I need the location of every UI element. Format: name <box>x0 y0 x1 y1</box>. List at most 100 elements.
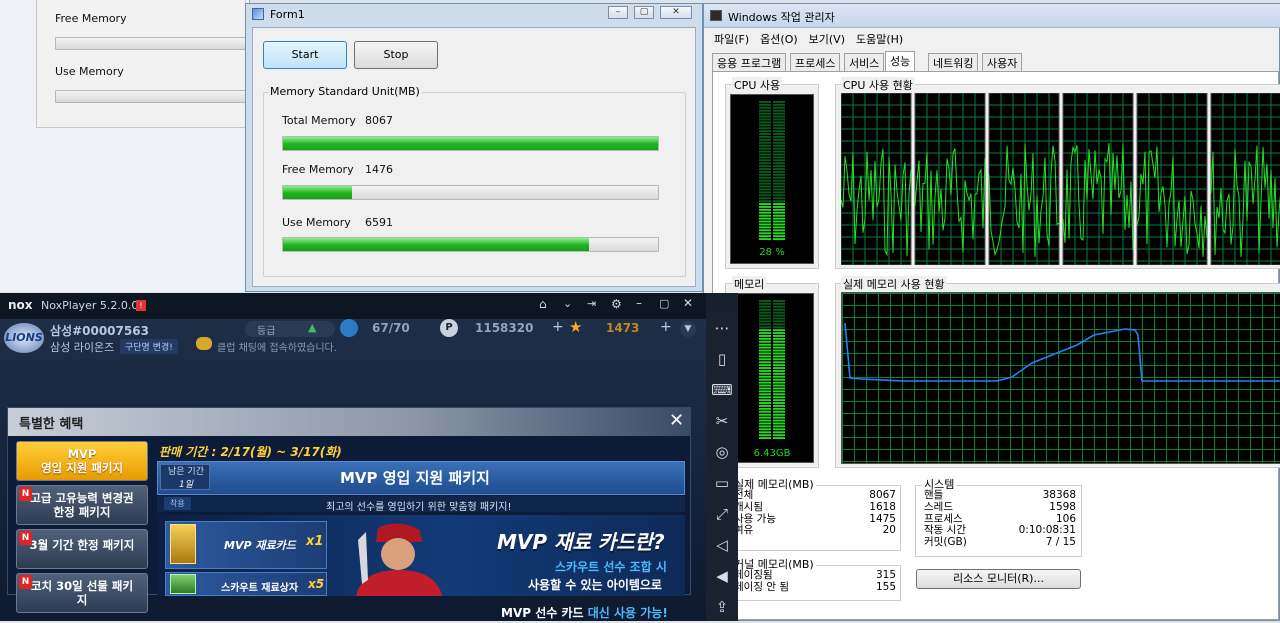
total-memory-fill <box>283 137 658 150</box>
dropdown-icon[interactable]: ▼ <box>680 321 696 337</box>
tab-networking[interactable]: 네트워킹 <box>928 53 979 71</box>
more-icon[interactable]: ⋯ <box>706 313 738 344</box>
menu-options[interactable]: 옵션(O) <box>760 33 797 46</box>
meter-segment <box>759 378 771 381</box>
meter-segment <box>773 133 785 135</box>
star-icon: ★ <box>569 318 583 336</box>
memory-history-line <box>844 322 1280 382</box>
remaining-label: 남은 기간 <box>168 467 204 477</box>
pin-icon[interactable]: ⇥ <box>587 297 596 310</box>
meter-segment <box>759 101 771 103</box>
meter-segment <box>773 337 785 340</box>
cpu-usage-meter: 28 % <box>730 94 814 264</box>
menu-help[interactable]: 도움말(H) <box>856 33 903 46</box>
start-button[interactable]: Start <box>263 41 347 69</box>
meter-segment <box>773 112 785 115</box>
meter-segment <box>759 428 771 431</box>
menu-file[interactable]: 파일(F) <box>714 33 749 46</box>
meter-segment <box>759 200 771 203</box>
install-apk-icon[interactable]: ⇪ <box>706 592 738 623</box>
rotate-icon[interactable]: ▯ <box>706 344 738 375</box>
meter-segment <box>759 422 771 425</box>
volume-down-icon[interactable]: ◁ <box>706 530 738 561</box>
meter-segment <box>759 384 771 387</box>
meter-segment <box>773 136 785 138</box>
meter-segment <box>759 194 771 197</box>
groupbox-title: Memory Standard Unit(MB) <box>268 85 422 98</box>
baseball-player-image <box>356 523 442 596</box>
alert-icon[interactable]: ! <box>136 300 146 311</box>
maximize-icon[interactable]: ▢ <box>659 297 669 310</box>
menu-coach-package[interactable]: 코치 30일 선물 패키 지 <box>16 573 148 613</box>
memory-meter: 6.43GB <box>730 293 814 463</box>
meter-segment <box>773 419 785 422</box>
add-points-icon[interactable]: + <box>552 319 564 335</box>
meter-segment <box>773 361 785 364</box>
meter-segment <box>773 399 785 402</box>
dialog-header <box>8 408 690 436</box>
menu-view[interactable]: 보기(V) <box>809 33 845 46</box>
meter-segment <box>759 425 771 428</box>
team-change-button[interactable]: 구단명 변경! <box>120 339 178 354</box>
meter-segment <box>773 214 785 217</box>
meter-segment <box>759 232 771 235</box>
meter-segment <box>773 156 785 159</box>
memory-history-title: 실제 메모리 사용 현황 <box>841 276 947 292</box>
meter-segment <box>759 182 771 185</box>
meter-segment <box>773 308 785 311</box>
fullscreen-icon[interactable]: ⤢ <box>706 499 738 530</box>
meter-segment <box>759 300 771 302</box>
scissors-icon[interactable]: ✂ <box>706 406 738 437</box>
meter-segment <box>759 311 771 314</box>
meter-segment <box>773 343 785 346</box>
menu-mvp-package[interactable]: MVP 영입 지원 패키지 <box>16 441 148 481</box>
kv-row: 페이징 안 됨 155 <box>734 581 896 594</box>
tab-services[interactable]: 서비스 <box>844 53 885 71</box>
menu-march-package[interactable]: 3월 기간 한정 패키지 <box>16 529 148 569</box>
item2-name: 스카우트 재료상자 <box>221 583 299 594</box>
volume-up-icon[interactable]: ◀ <box>706 561 738 592</box>
menu-ability-package[interactable]: 고급 고유능력 변경권 한정 패키지 <box>16 485 148 525</box>
promo-title: MVP 재료 카드란? <box>497 530 665 554</box>
dialog-close-button[interactable]: ✕ <box>669 410 684 431</box>
kv-row: 캐시됨 1618 <box>734 500 896 514</box>
tab-processes[interactable]: 프로세스 <box>790 53 841 71</box>
keyboard-icon[interactable]: ⌨ <box>706 375 738 406</box>
minimize-icon[interactable]: – <box>636 296 642 310</box>
tab-performance[interactable]: 성능 <box>885 51 916 72</box>
meter-segment <box>759 211 771 214</box>
meter-segment <box>773 141 785 144</box>
kv-value: 1618 <box>869 500 896 513</box>
stop-button[interactable]: Stop <box>354 41 438 69</box>
minimize-button[interactable]: – <box>608 6 628 19</box>
close-button[interactable]: ✕ <box>660 6 692 19</box>
maximize-button[interactable]: ▢ <box>634 6 654 19</box>
meter-segment <box>759 364 771 367</box>
meter-segment <box>759 214 771 217</box>
meter-segment <box>773 165 785 168</box>
meter-segment <box>773 220 785 223</box>
location-icon[interactable]: ◎ <box>706 437 738 468</box>
meter-segment <box>773 305 785 308</box>
home-icon[interactable]: ⌂ <box>539 297 547 311</box>
meter-segment <box>759 153 771 156</box>
resource-monitor-button[interactable]: 리소스 모니터(R)... <box>916 569 1081 589</box>
meter-segment <box>773 390 785 393</box>
meter-segment <box>759 305 771 308</box>
add-stars-icon[interactable]: + <box>660 319 672 335</box>
screen-icon[interactable]: ▭ <box>706 468 738 499</box>
item2-qty: x5 <box>308 577 325 591</box>
gear-icon[interactable]: ⚙ <box>611 297 622 311</box>
meter-segment <box>773 168 785 170</box>
form-icon <box>252 8 264 20</box>
meter-segment <box>759 229 771 232</box>
memory-history-path <box>844 322 1280 382</box>
close-icon[interactable]: ✕ <box>683 296 693 310</box>
menu-bar: 파일(F) 옵션(O) 보기(V) 도움말(H) <box>714 31 914 47</box>
tab-applications[interactable]: 응용 프로그램 <box>712 53 787 71</box>
meter-segment <box>759 217 771 220</box>
meter-segment <box>759 206 771 208</box>
chevron-down-icon[interactable]: ⌄ <box>563 297 572 310</box>
tab-users[interactable]: 사용자 <box>982 53 1023 71</box>
meter-segment <box>759 396 771 399</box>
